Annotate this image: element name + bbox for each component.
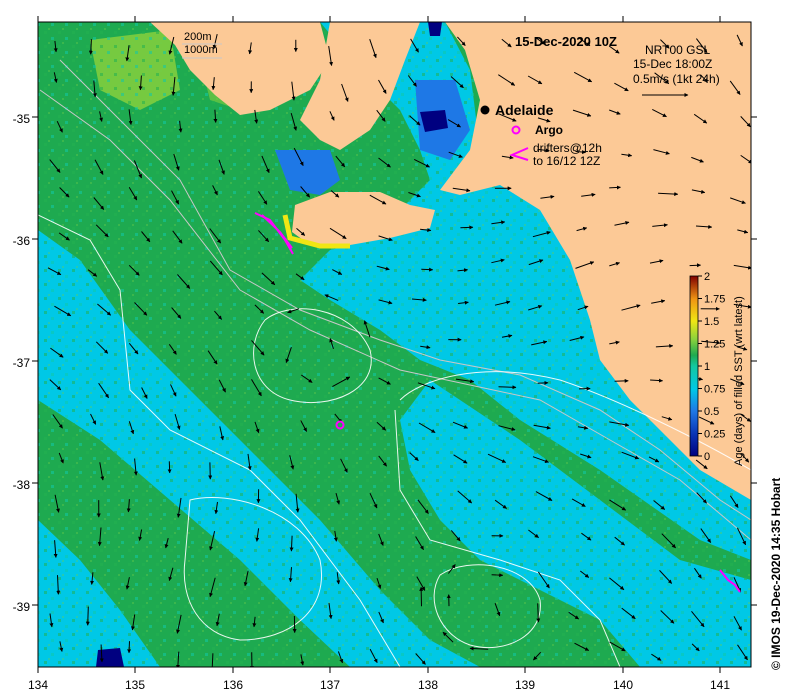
map-date-title: 15-Dec-2020 10Z (515, 34, 617, 49)
sst-navy-patch-top (428, 22, 442, 36)
current-vector-arrow (85, 606, 90, 626)
y-axis-labels: -35 -36 -37 -38 -39 (13, 112, 31, 614)
colorbar-tick-label: 1.75 (704, 294, 725, 306)
map-figure: 134 135 136 137 138 139 140 141 -35 -36 … (13, 16, 783, 692)
sst-navy-patch-bottom (96, 648, 124, 667)
x-tick-label: 138 (418, 678, 438, 692)
y-tick-label: -36 (13, 234, 31, 248)
argo-legend-label: Argo (535, 123, 563, 137)
colorbar-tick-label: 1.25 (704, 339, 725, 351)
x-axis-labels: 134 135 136 137 138 139 140 141 (28, 678, 730, 692)
colorbar-tick-label: 0 (704, 451, 710, 463)
plot-area (38, 22, 751, 667)
current-vector-arrow (537, 380, 549, 385)
x-tick-label: 139 (515, 678, 535, 692)
colorbar-title: Age (days) of filled SST (wrt latest) (733, 296, 745, 466)
current-vector-arrow (88, 39, 93, 55)
y-tick-label: -35 (13, 112, 31, 126)
current-vector-arrow (536, 603, 541, 623)
x-tick-label: 134 (28, 678, 48, 692)
current-vector-arrow (491, 573, 504, 578)
city-label-adelaide: Adelaide (495, 102, 554, 118)
y-tick-label: -39 (13, 600, 31, 614)
colorbar-tick-label: 0.25 (704, 429, 725, 441)
y-tick-label: -37 (13, 356, 31, 370)
x-tick-label: 137 (320, 678, 340, 692)
current-vector-arrow (421, 267, 434, 272)
colorbar-gradient (689, 275, 699, 457)
current-vector-arrow (460, 225, 474, 230)
x-tick-label: 140 (613, 678, 633, 692)
drifter-legend-line2: to 16/12 12Z (533, 154, 600, 168)
credit-text: © IMOS 19-Dec-2020 14:35 Hobart (769, 478, 783, 670)
colorbar-tick-label: 0.75 (704, 384, 725, 396)
current-vector-arrow (609, 185, 621, 190)
product-time: 15-Dec 18:00Z (633, 57, 712, 71)
contour-legend-200m: 200m (184, 31, 212, 43)
colorbar-tick-label: 0.5 (704, 406, 719, 418)
x-tick-label: 136 (223, 678, 243, 692)
vector-scale-label: 0.5m/s (1kt 24h) (633, 72, 720, 86)
x-tick-label: 135 (125, 678, 145, 692)
x-tick-label: 141 (710, 678, 730, 692)
current-vector-arrow (127, 641, 132, 654)
drifter-legend-line1: drifters@12h (533, 141, 602, 155)
product-name: NRT00 GSL (645, 43, 710, 57)
colorbar-tick-label: 1.5 (704, 316, 719, 328)
sst-navy-patch-stvincent (420, 110, 448, 132)
adelaide-marker (480, 105, 490, 115)
contour-legend-1000m: 1000m (184, 44, 218, 56)
colorbar-tick-label: 2 (704, 271, 710, 283)
current-vector-arrow (289, 535, 294, 552)
current-vector-arrow (498, 385, 517, 390)
colorbar-tick-label: 1 (704, 361, 710, 373)
current-vector-arrow (689, 263, 701, 268)
y-tick-label: -38 (13, 478, 31, 492)
